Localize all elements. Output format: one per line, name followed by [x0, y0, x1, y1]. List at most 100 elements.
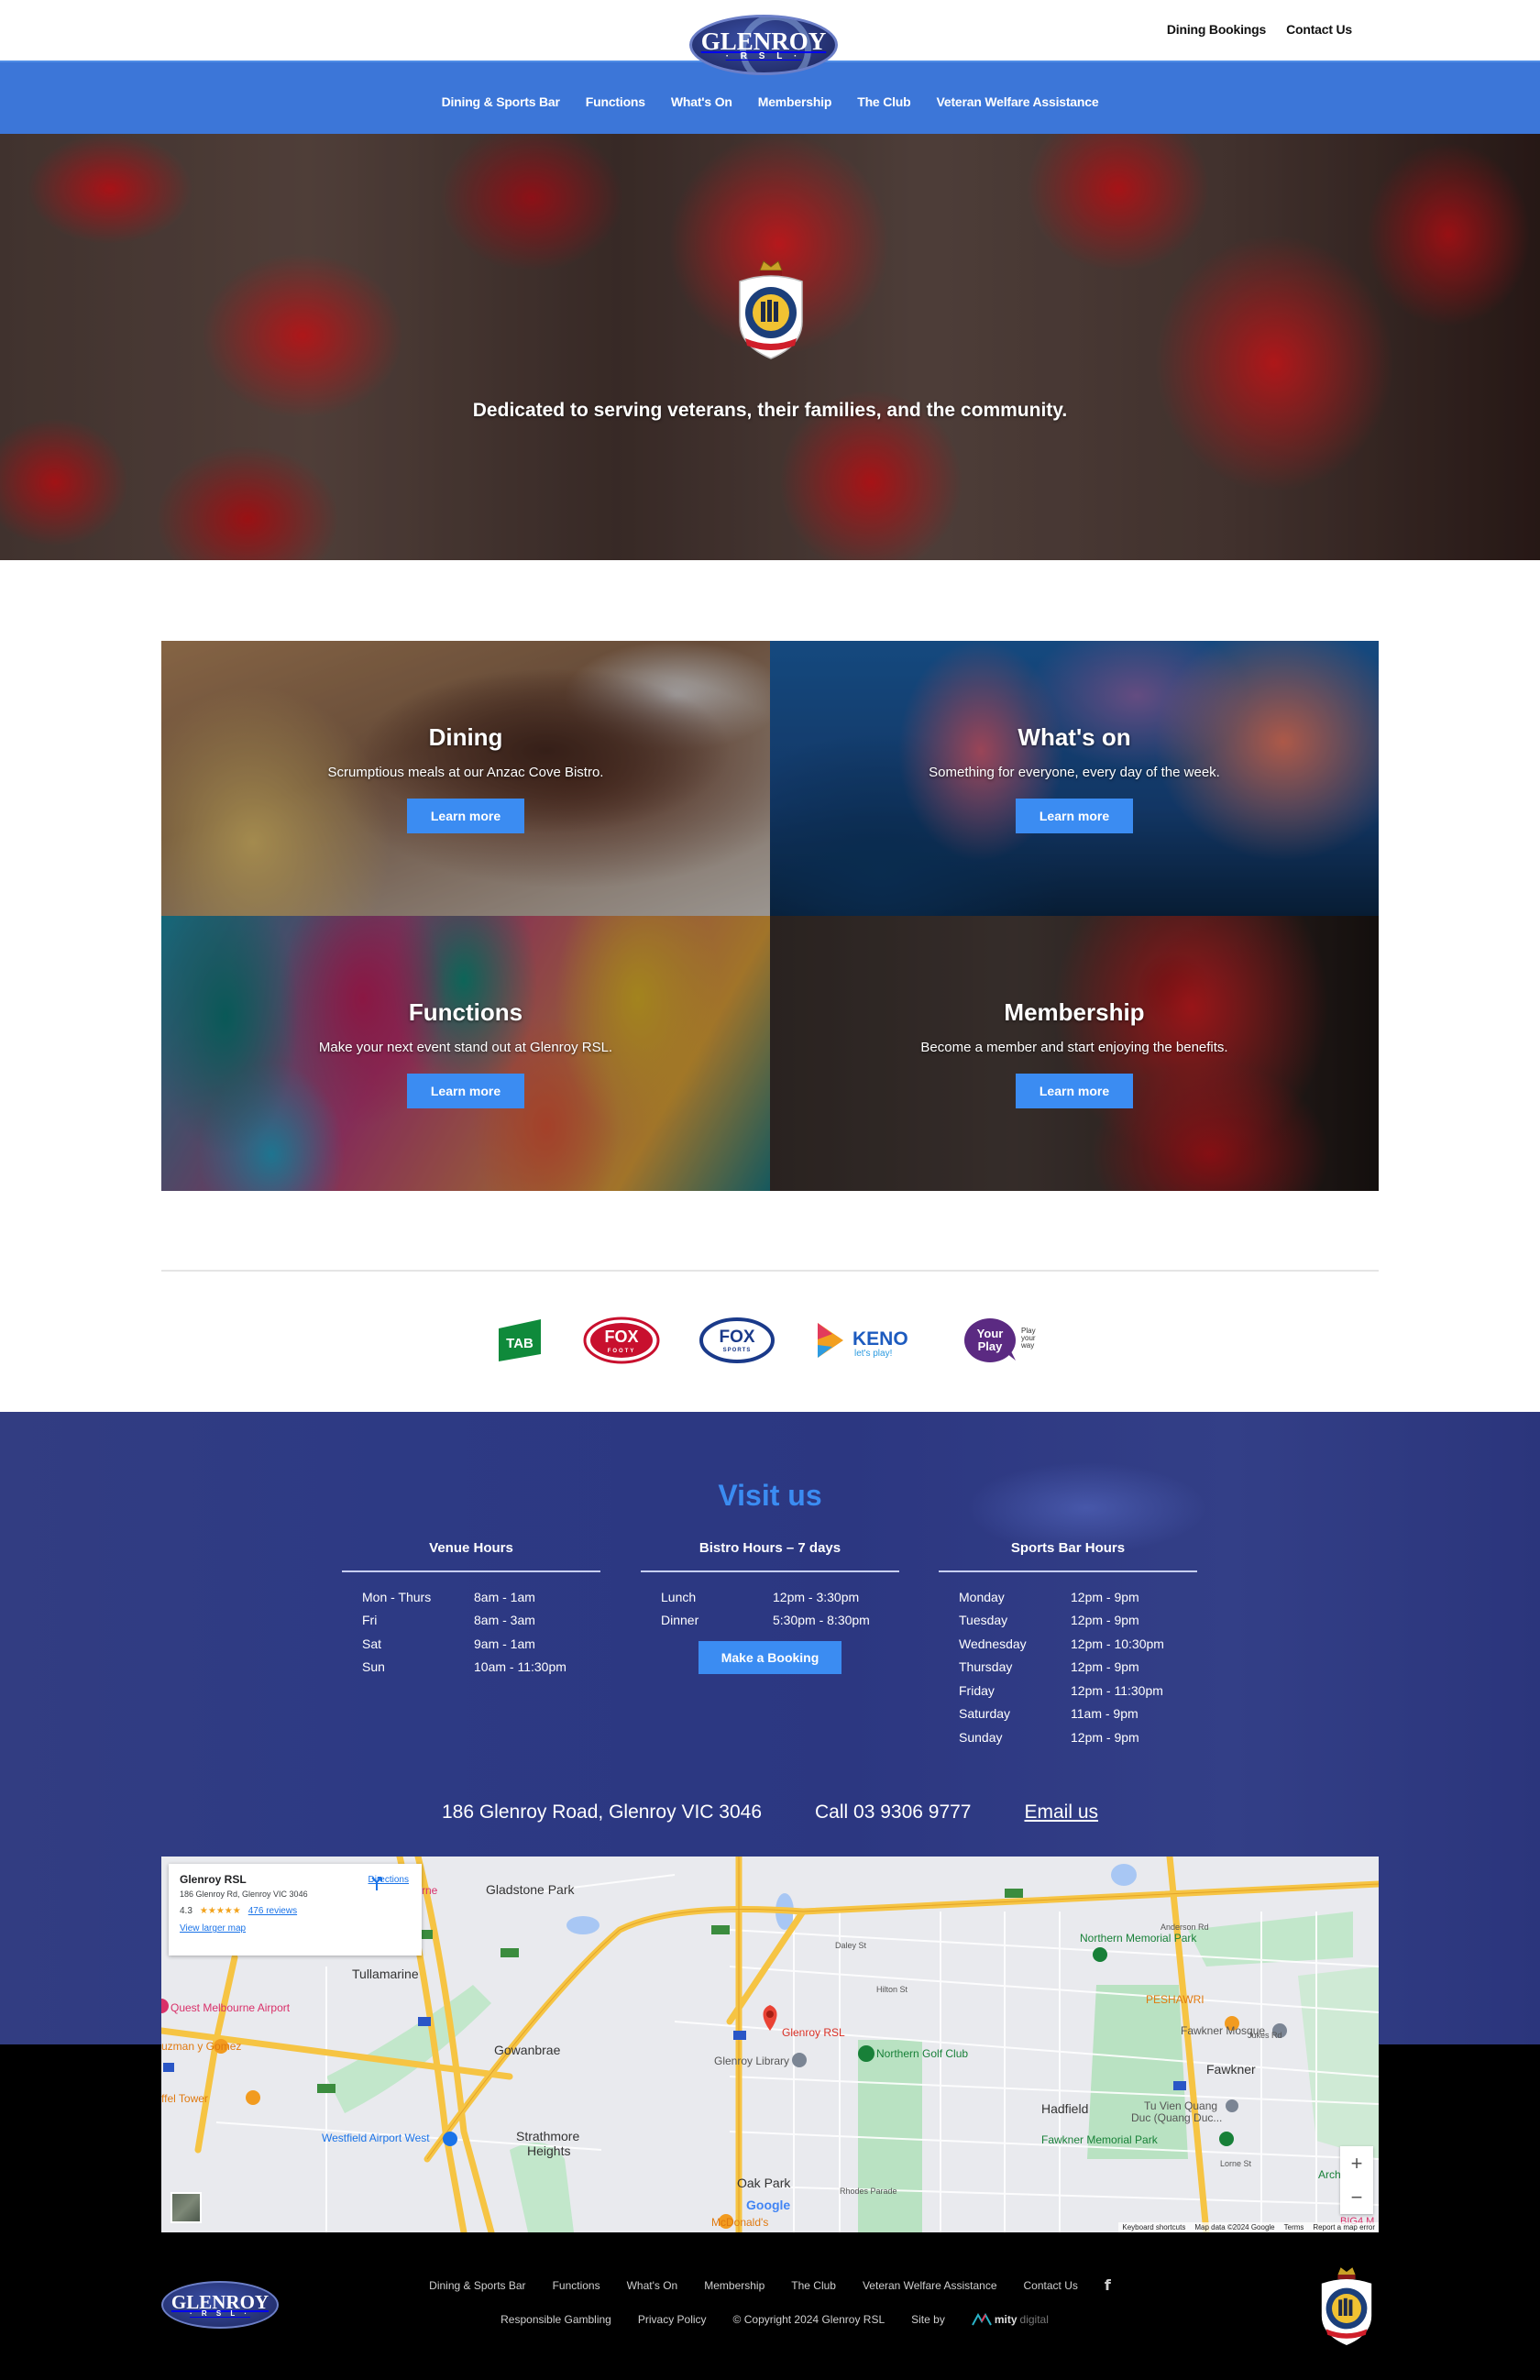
place-rating: 4.3: [180, 1906, 192, 1916]
tab-text: TAB: [506, 1336, 534, 1351]
functions-learn-more-button[interactable]: Learn more: [406, 1074, 525, 1108]
dining-learn-more-button[interactable]: Learn more: [406, 799, 525, 833]
tab-logo: TAB: [497, 1313, 543, 1368]
keno-sub: let's play!: [854, 1349, 892, 1359]
tile-desc: Something for everyone, every day of the…: [929, 765, 1220, 780]
map-info-card: Glenroy RSL 186 Glenroy Rd, Glenroy VIC …: [169, 1864, 422, 1956]
phone-link[interactable]: Call 03 9306 9777: [815, 1802, 971, 1824]
star-rating-icon: ★★★★★: [199, 1906, 241, 1916]
mity-b: digital: [1019, 2313, 1049, 2326]
privacy-policy-link[interactable]: Privacy Policy: [638, 2313, 707, 2326]
nav-whats-on[interactable]: What's On: [671, 94, 732, 109]
footer-nav-functions[interactable]: Functions: [553, 2279, 600, 2292]
hours-time: 5:30pm - 8:30pm: [773, 1613, 870, 1628]
membership-learn-more-button[interactable]: Learn more: [1015, 1074, 1134, 1108]
glenroy-rsl-logo[interactable]: GLENROY · R S L ·: [689, 15, 838, 75]
map-label-melbourne: rne: [422, 1884, 438, 1897]
fox-sports-sub: SPORTS: [723, 1348, 752, 1353]
whats-on-learn-more-button[interactable]: Learn more: [1015, 799, 1134, 833]
address-text: 186 Glenroy Road, Glenroy VIC 3046: [441, 1802, 763, 1823]
hours-time: 11am - 9pm: [1071, 1706, 1138, 1722]
hours-day: Mon - Thurs: [362, 1589, 432, 1604]
footer-nav-contact[interactable]: Contact Us: [1024, 2279, 1078, 2292]
google-logo: Google: [746, 2198, 791, 2212]
footer-nav-the-club[interactable]: The Club: [791, 2279, 836, 2292]
hours-day: Lunch: [661, 1589, 697, 1604]
map-label-peshawri: PESHAWRI: [1146, 1993, 1204, 2006]
map-label-golf: Northern Golf Club: [876, 2047, 969, 2060]
responsible-gambling-link[interactable]: Responsible Gambling: [500, 2313, 611, 2326]
footer-nav-membership[interactable]: Membership: [704, 2279, 764, 2292]
hero-tagline: Dedicated to serving veterans, their fam…: [472, 400, 1068, 421]
bistro-hours-table: Lunch 12pm - 3:30pm Dinner 5:30pm - 8:30pm: [641, 1585, 899, 1632]
map-label-oak-park: Oak Park: [737, 2176, 791, 2190]
hours-day: Tuesday: [959, 1613, 1008, 1628]
hours-row: Sun 10am - 11:30pm: [362, 1656, 600, 1680]
footer-nav-veteran-welfare[interactable]: Veteran Welfare Assistance: [863, 2279, 997, 2292]
fox-footy-logo: FOX FOOTY: [583, 1313, 660, 1368]
sports-bar-hours: Sports Bar Hours Monday 12pm - 9pm Tuesday…: [939, 1540, 1197, 1749]
dining-bookings-link[interactable]: Dining Bookings: [1167, 22, 1266, 37]
fox-footy-sub: FOOTY: [608, 1349, 636, 1354]
venue-hours-table: Mon - Thurs 8am - 1am Fri 8am - 3am Sat 9am -…: [342, 1585, 600, 1679]
hours-day: Fri: [362, 1613, 378, 1628]
view-larger-map-link[interactable]: View larger map: [180, 1923, 246, 1934]
mity-digital-link[interactable]: mity digital: [971, 2313, 1049, 2326]
nav-the-club[interactable]: The Club: [857, 94, 910, 109]
hours-day: Dinner: [661, 1613, 699, 1628]
terms-link[interactable]: Terms: [1284, 2223, 1304, 2231]
hours-row: Friday 12pm - 11:30pm: [959, 1679, 1197, 1702]
tile-title: Functions: [408, 998, 523, 1026]
keyboard-shortcuts-link[interactable]: Keyboard shortcuts: [1122, 2223, 1185, 2231]
section-divider: [161, 1270, 1379, 1272]
map-label-westfield: Westfield Airport West: [322, 2132, 430, 2144]
report-map-error-link[interactable]: Report a map error: [1313, 2223, 1375, 2231]
map-data-text: Map data ©2024 Google: [1194, 2223, 1275, 2231]
hero-banner: Dedicated to serving veterans, their fam…: [0, 134, 1540, 560]
hours-row: Sunday 12pm - 9pm: [959, 1725, 1197, 1749]
reviews-link[interactable]: 476 reviews: [248, 1906, 297, 1916]
google-map[interactable]: Gladstone Park rne Tullamarine Quest Mel…: [161, 1857, 1379, 2232]
map-label-gladstone: Gladstone Park: [486, 1882, 575, 1897]
tile-dining: Dining Scrumptious meals at our Anzac Co…: [161, 641, 770, 916]
nav-dining-sports-bar[interactable]: Dining & Sports Bar: [442, 94, 560, 109]
hours-time: 8am - 1am: [474, 1589, 535, 1604]
hours-row: Tuesday 12pm - 9pm: [959, 1609, 1197, 1633]
tile-desc: Scrumptious meals at our Anzac Cove Bist…: [327, 765, 604, 780]
keno-main: KENO: [852, 1328, 908, 1350]
map-label-gowanbrae: Gowanbrae: [494, 2043, 561, 2057]
hours-row: Fri 8am - 3am: [362, 1609, 600, 1633]
hours-day: Saturday: [959, 1706, 1011, 1722]
zoom-out-button[interactable]: −: [1340, 2180, 1373, 2214]
visit-title: Visit us: [718, 1479, 822, 1512]
contact-us-link[interactable]: Contact Us: [1286, 22, 1352, 37]
email-link[interactable]: Email us: [1025, 1802, 1099, 1824]
make-booking-button[interactable]: Make a Booking: [698, 1641, 842, 1674]
hours-day: Thursday: [959, 1659, 1013, 1675]
tile-functions: Functions Make your next event stand out…: [161, 916, 770, 1191]
rsl-badge-icon: [739, 260, 803, 359]
nav-functions[interactable]: Functions: [586, 94, 645, 109]
hours-time: 12pm - 3:30pm: [773, 1589, 860, 1604]
directions-icon: [370, 1877, 382, 1890]
footer-rsl-badge-icon: [1321, 2267, 1372, 2345]
keno-logo: KENO let's play!: [816, 1313, 926, 1368]
map-label-strathmore: Strathmore: [516, 2129, 580, 2143]
hours-day: Monday: [959, 1589, 1005, 1604]
directions-button[interactable]: Directions: [368, 1875, 409, 1890]
map-street: Hilton St: [876, 1985, 908, 1994]
footer-nav-whats-on[interactable]: What's On: [627, 2279, 678, 2292]
footer-nav-dining[interactable]: Dining & Sports Bar: [429, 2279, 525, 2292]
venue-hours-heading: Venue Hours: [342, 1540, 600, 1572]
nav-veteran-welfare[interactable]: Veteran Welfare Assistance: [937, 94, 1099, 109]
hours-time: 12pm - 9pm: [1071, 1613, 1139, 1628]
fox-sports-main: FOX: [719, 1328, 754, 1347]
logo-name: GLENROY: [700, 27, 827, 55]
satellite-toggle[interactable]: [170, 2192, 202, 2223]
fox-sports-logo: FOX SPORTS: [698, 1313, 776, 1368]
your-play-side-3: way: [1020, 1341, 1034, 1350]
bistro-hours: Bistro Hours – 7 days Lunch 12pm - 3:30pm…: [641, 1540, 899, 1674]
zoom-in-button[interactable]: +: [1340, 2146, 1373, 2180]
nav-membership[interactable]: Membership: [758, 94, 832, 109]
facebook-icon[interactable]: f: [1105, 2276, 1111, 2294]
